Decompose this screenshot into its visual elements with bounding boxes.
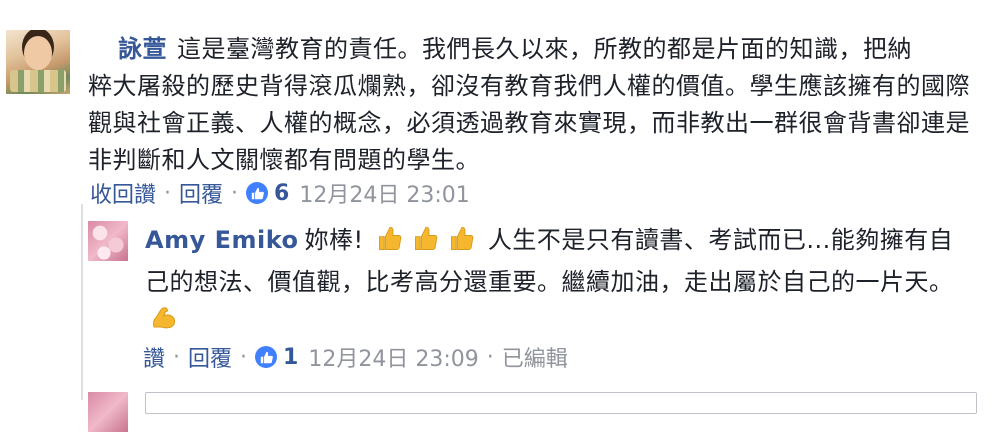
like-link[interactable]: 讚 (143, 341, 165, 373)
avatar-face (24, 36, 52, 70)
reply-author-avatar[interactable] (88, 221, 128, 261)
reply-link[interactable]: 回覆 (188, 341, 232, 373)
reply-body: Amy Emiko 妳棒! 人生不是只有讀書、考試而已...能夠擁有自己的想法、價… (145, 222, 975, 343)
comment-timestamp[interactable]: 12月24日 23:01 (299, 177, 469, 209)
reply-thread-line (81, 204, 83, 400)
unlike-link[interactable]: 收回讚 (90, 177, 156, 209)
separator-dot: · (231, 180, 239, 206)
comment-author-link[interactable]: 詠萱 (118, 35, 167, 63)
separator-dot: · (486, 344, 494, 370)
edited-label[interactable]: 已編輯 (502, 341, 568, 373)
like-thumb-icon[interactable] (246, 182, 269, 204)
comment-actions: 收回讚 · 回覆 · 6 12月24日 23:01 (90, 177, 470, 209)
reply-timestamp[interactable]: 12月24日 23:09 (308, 341, 478, 373)
reply-actions: 讚 · 回覆 · 1 12月24日 23:09 · 已編輯 (143, 341, 568, 373)
reply-link[interactable]: 回覆 (179, 177, 223, 209)
avatar-banknotes (10, 70, 66, 92)
thumbs-up-icon (448, 225, 476, 264)
reply-text-before: 妳棒! (304, 226, 364, 254)
thumbs-up-icon (376, 225, 404, 264)
reply-input[interactable] (145, 392, 977, 414)
like-count[interactable]: 1 (283, 345, 298, 370)
separator-dot: · (240, 344, 248, 370)
comment-text-line1: 這是臺灣教育的責任。我們長久以來，所教的都是片面的知識，把納 (177, 35, 912, 63)
separator-dot: · (164, 180, 172, 206)
current-user-avatar (88, 392, 128, 432)
thumbs-up-icon (412, 225, 440, 264)
like-thumb-icon[interactable] (255, 346, 278, 368)
flexed-biceps-icon (149, 302, 179, 343)
comment-body: 詠萱 這是臺灣教育的責任。我們長久以來，所教的都是片面的知識，把納 粹大屠殺的歷史… (88, 31, 988, 179)
reply-author-link[interactable]: Amy Emiko (145, 226, 299, 254)
commenter-avatar[interactable] (6, 30, 70, 94)
like-count[interactable]: 6 (274, 181, 289, 206)
comment-text-rest: 粹大屠殺的歷史背得滾瓜爛熟，卻沒有教育我們人權的價值。學生應該擁有的國際觀與社會… (88, 72, 970, 174)
separator-dot: · (173, 344, 181, 370)
